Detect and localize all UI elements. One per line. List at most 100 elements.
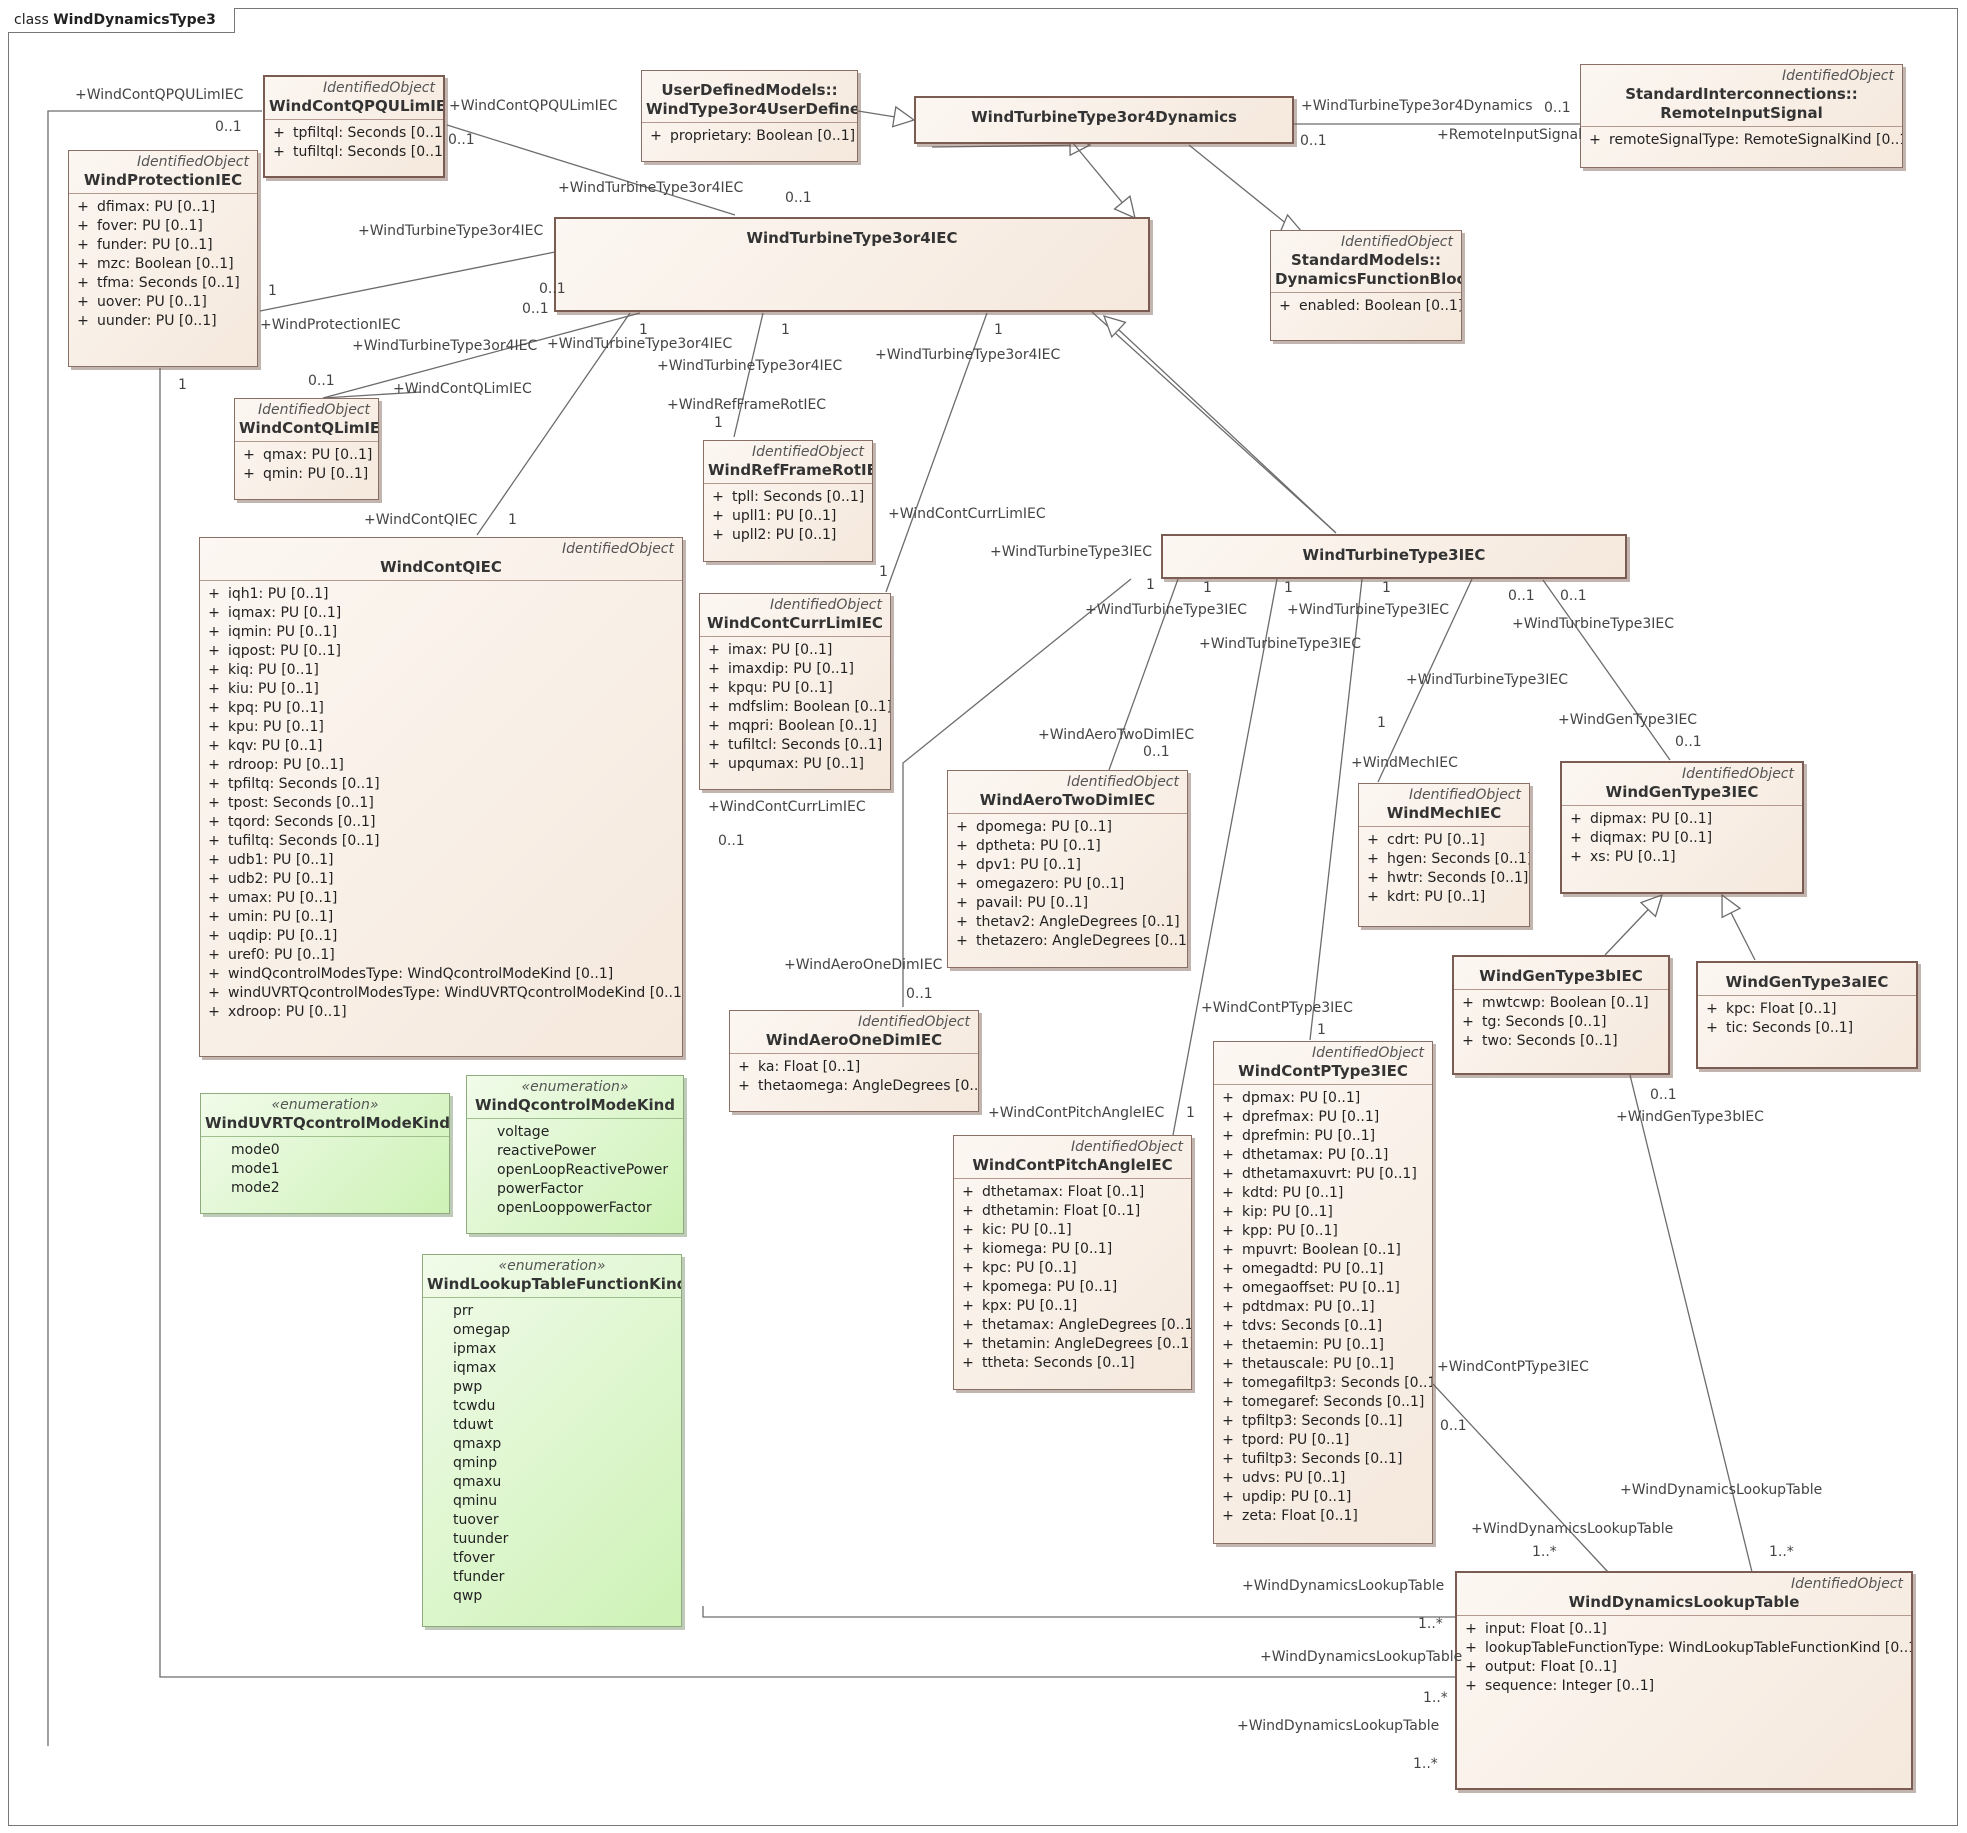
visibility-public: + bbox=[208, 757, 220, 773]
class-box-pitch[interactable]: IdentifiedObject WindContPitchAngleIEC + dt… bbox=[953, 1135, 1192, 1390]
class-box-mech[interactable]: IdentifiedObject WindMechIEC + cdrt: PU [0.… bbox=[1358, 783, 1530, 927]
class-box-lookup[interactable]: IdentifiedObject WindDynamicsLookupTable +… bbox=[1455, 1571, 1913, 1790]
attribute-text: mdfslim: Boolean [0..1] bbox=[728, 699, 891, 715]
class-attribute: + dipmax: PU [0..1] bbox=[1562, 810, 1802, 829]
class-attribute: + tpfiltq: Seconds [0..1] bbox=[200, 775, 682, 794]
class-attribute: + pdtdmax: PU [0..1] bbox=[1214, 1298, 1432, 1317]
attribute-text: kpomega: PU [0..1] bbox=[982, 1279, 1118, 1295]
attribute-text: dpomega: PU [0..1] bbox=[976, 819, 1113, 835]
class-name: WindContCurrLimIEC bbox=[707, 614, 883, 632]
class-attribute: + lookupTableFunctionType: WindLookupTabl… bbox=[1457, 1639, 1911, 1658]
attribute-text: pavail: PU [0..1] bbox=[976, 895, 1089, 911]
visibility-public: + bbox=[208, 586, 220, 602]
class-attribute: + ka: Float [0..1] bbox=[730, 1058, 978, 1077]
class-name: StandardInterconnections:: RemoteInputSi… bbox=[1625, 85, 1858, 122]
class-attribute: + tfma: Seconds [0..1] bbox=[69, 274, 257, 293]
attribute-compartment: + dfimax: PU [0..1] + fover: PU [0..1] + fund… bbox=[69, 193, 257, 335]
class-box-gen3b[interactable]: WindGenType3bIEC + mwtcwp: Boolean [0..1] +… bbox=[1452, 955, 1670, 1075]
enum-literal: voltage bbox=[467, 1123, 683, 1142]
class-box-currlim[interactable]: IdentifiedObject WindContCurrLimIEC + imax:… bbox=[699, 593, 891, 790]
class-box-gen3a[interactable]: WindGenType3aIEC + kpc: Float [0..1] + tic: … bbox=[1696, 961, 1918, 1069]
class-box-gen3[interactable]: IdentifiedObject WindGenType3IEC + dipmax: … bbox=[1560, 761, 1804, 894]
attribute-text: windUVRTQcontrolModesType: WindUVRTQcont… bbox=[228, 985, 683, 1001]
role-label: +WindTurbineType3IEC bbox=[1085, 602, 1248, 618]
class-stereotype: IdentifiedObject bbox=[1070, 1139, 1183, 1155]
visibility-public: + bbox=[273, 125, 285, 141]
attribute-text: thetazero: AngleDegrees [0..1] bbox=[976, 933, 1188, 949]
class-box-aero2[interactable]: IdentifiedObject WindAeroTwoDimIEC + dpomeg… bbox=[947, 770, 1188, 968]
multiplicity-label: 1 bbox=[1377, 715, 1386, 731]
visibility-public: + bbox=[1462, 1014, 1474, 1030]
class-attribute: + tic: Seconds [0..1] bbox=[1698, 1019, 1916, 1038]
class-box-t34[interactable]: WindTurbineType3or4IEC bbox=[554, 217, 1150, 312]
class-box-qkind[interactable]: «enumeration» WindQcontrolModeKind voltage… bbox=[466, 1075, 684, 1234]
class-box-protect[interactable]: IdentifiedObject WindProtectionIEC + dfimax… bbox=[68, 150, 258, 367]
class-attribute: + dthetamax: Float [0..1] bbox=[954, 1183, 1191, 1202]
attribute-text: output: Float [0..1] bbox=[1485, 1659, 1618, 1675]
class-stereotype: IdentifiedObject bbox=[1340, 234, 1453, 250]
role-label: +WindGenType3bIEC bbox=[1616, 1109, 1764, 1125]
class-stereotype: IdentifiedObject bbox=[1311, 1045, 1424, 1061]
class-name: WindGenType3bIEC bbox=[1479, 967, 1643, 985]
visibility-public: + bbox=[956, 914, 968, 930]
class-box-qpqu[interactable]: IdentifiedObject WindContQPQULimIEC + tpfil… bbox=[263, 75, 445, 178]
attribute-compartment: prr omegap ipmax iqmax pwp tcwdu tduwt qmaxp qmi… bbox=[423, 1297, 681, 1610]
class-box-lookupkind[interactable]: «enumeration» WindLookupTableFunctionKind… bbox=[422, 1254, 682, 1627]
multiplicity-label: 1 bbox=[1186, 1105, 1195, 1121]
class-box-qlim[interactable]: IdentifiedObject WindContQLimIEC + qmax: PU… bbox=[234, 398, 379, 500]
class-attribute: + tpfiltql: Seconds [0..1] bbox=[265, 124, 443, 143]
attribute-text: thetamin: AngleDegrees [0..1] bbox=[982, 1336, 1192, 1352]
class-box-contq[interactable]: IdentifiedObject WindContQIEC + iqh1: PU [0… bbox=[199, 537, 683, 1057]
class-box-userdef[interactable]: UserDefinedModels:: WindType3or4UserDefi… bbox=[641, 70, 858, 162]
class-attribute: + umin: PU [0..1] bbox=[200, 908, 682, 927]
role-label: +WindGenType3IEC bbox=[1558, 712, 1698, 728]
class-attribute: + kdrt: PU [0..1] bbox=[1359, 888, 1529, 907]
attribute-text: omegap bbox=[453, 1322, 511, 1338]
attribute-text: tuunder bbox=[453, 1531, 509, 1547]
class-box-aero1[interactable]: IdentifiedObject WindAeroOneDimIEC + ka: Fl… bbox=[729, 1010, 979, 1112]
class-diagram-canvas: class WindDynamicsType3 IdentifiedObject… bbox=[0, 0, 1967, 1833]
attribute-text: udb2: PU [0..1] bbox=[228, 871, 334, 887]
visibility-public: + bbox=[208, 643, 220, 659]
attribute-compartment: + remoteSignalType: RemoteSignalKind [0..… bbox=[1581, 126, 1902, 154]
class-box-dyn[interactable]: WindTurbineType3or4Dynamics bbox=[914, 96, 1294, 144]
attribute-text: tpfiltq: Seconds [0..1] bbox=[228, 776, 380, 792]
visibility-public: + bbox=[1222, 1375, 1234, 1391]
visibility-public: + bbox=[208, 909, 220, 925]
attribute-text: tqord: Seconds [0..1] bbox=[228, 814, 376, 830]
enum-literal: tfover bbox=[423, 1549, 681, 1568]
class-box-uvrtkind[interactable]: «enumeration» WindUVRTQcontrolModeKind mod… bbox=[200, 1093, 450, 1214]
class-attribute: + umax: PU [0..1] bbox=[200, 889, 682, 908]
multiplicity-label: 0..1 bbox=[448, 132, 475, 148]
class-attribute: + imax: PU [0..1] bbox=[700, 641, 890, 660]
class-attribute: + thetauscale: PU [0..1] bbox=[1214, 1355, 1432, 1374]
attribute-text: upqumax: PU [0..1] bbox=[728, 756, 864, 772]
visibility-public: + bbox=[208, 890, 220, 906]
multiplicity-label: 0..1 bbox=[1560, 588, 1587, 604]
visibility-public: + bbox=[1222, 1432, 1234, 1448]
class-box-remote[interactable]: IdentifiedObject StandardInterconnections… bbox=[1580, 64, 1903, 168]
class-attribute: + omegaoffset: PU [0..1] bbox=[1214, 1279, 1432, 1298]
association-line bbox=[259, 251, 556, 312]
class-stereotype: IdentifiedObject bbox=[1781, 68, 1894, 84]
class-stereotype: IdentifiedObject bbox=[1790, 1576, 1903, 1592]
multiplicity-label: 0..1 bbox=[785, 190, 812, 206]
generalization-line bbox=[1730, 912, 1756, 961]
visibility-public: + bbox=[708, 661, 720, 677]
class-box-ptype3[interactable]: IdentifiedObject WindContPType3IEC + dpmax:… bbox=[1213, 1041, 1433, 1544]
visibility-public: + bbox=[208, 833, 220, 849]
attribute-text: udb1: PU [0..1] bbox=[228, 852, 334, 868]
class-box-t3[interactable]: WindTurbineType3IEC bbox=[1161, 534, 1627, 579]
generalization-arrowhead bbox=[1113, 195, 1136, 220]
multiplicity-label: 1 bbox=[1146, 577, 1155, 593]
role-label: +WindTurbineType3or4IEC bbox=[875, 347, 1061, 363]
visibility-public: + bbox=[1222, 1223, 1234, 1239]
attribute-text: qmax: PU [0..1] bbox=[263, 447, 373, 463]
multiplicity-label: 1 bbox=[1203, 580, 1212, 596]
generalization-line bbox=[857, 110, 895, 118]
class-box-refrot[interactable]: IdentifiedObject WindRefFrameRotIEC + tpll:… bbox=[703, 440, 873, 562]
class-attribute: + thetamax: AngleDegrees [0..1] bbox=[954, 1316, 1191, 1335]
visibility-public: + bbox=[708, 718, 720, 734]
attribute-text: proprietary: Boolean [0..1] bbox=[670, 128, 856, 144]
class-box-dfb[interactable]: IdentifiedObject StandardModels:: Dynamic… bbox=[1270, 230, 1462, 341]
